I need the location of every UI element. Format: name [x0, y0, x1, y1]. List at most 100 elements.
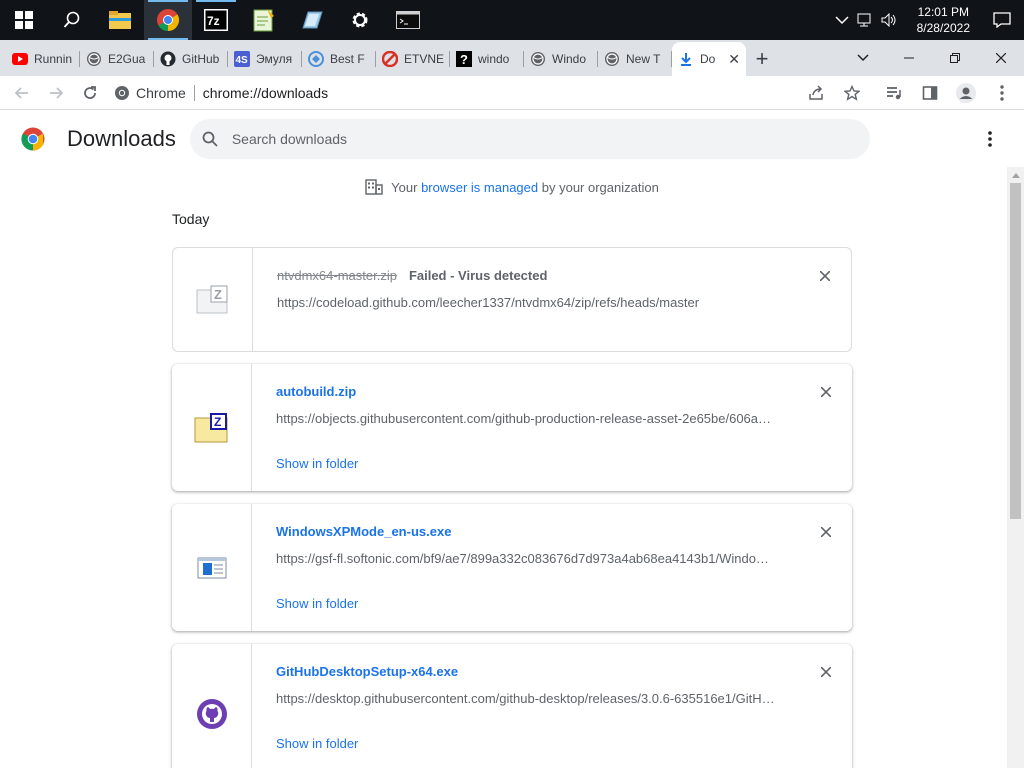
minimize-button[interactable] [886, 40, 932, 76]
volume-icon[interactable] [881, 13, 897, 27]
bestfree-icon [308, 51, 324, 67]
clock-date: 8/28/2022 [916, 21, 970, 35]
triangle-up-icon [1011, 172, 1020, 178]
tab-close-button[interactable]: ✕ [728, 51, 740, 68]
forward-button[interactable] [40, 77, 72, 109]
page-scrollbar[interactable] [1007, 167, 1024, 768]
tab-etvnet[interactable]: ETVNE [376, 42, 450, 76]
download-details: autobuild.zip https://objects.githubuser… [252, 364, 852, 491]
chrome-menu-button[interactable] [986, 77, 1018, 109]
taskbar-file-explorer[interactable] [96, 0, 144, 40]
taskbar-settings[interactable] [336, 0, 384, 40]
tab-strip: Runnin E2Gua GitHub 4S Эмуля Best F ETVN… [0, 40, 1024, 76]
show-in-folder-link[interactable]: Show in folder [276, 596, 358, 611]
omnibox-site-label: Chrome [136, 84, 186, 101]
download-details: GitHubDesktopSetup-x64.exe https://deskt… [252, 644, 852, 768]
show-in-folder-link[interactable]: Show in folder [276, 456, 358, 471]
tab-search-button[interactable] [840, 40, 886, 76]
date-heading: Today [172, 211, 210, 227]
start-button[interactable] [0, 0, 48, 40]
system-tray: 12:01 PM 8/28/2022 [825, 0, 1024, 40]
tab-e2guardian[interactable]: E2Gua [80, 42, 154, 76]
side-panel-button[interactable] [914, 77, 946, 109]
taskbar-7zip[interactable]: 7z [192, 0, 240, 40]
source-url[interactable]: https://objects.githubusercontent.com/gi… [276, 411, 776, 426]
globe-icon [604, 51, 620, 67]
tab-windows[interactable]: Windo [524, 42, 598, 76]
taskbar-chrome[interactable] [144, 0, 192, 40]
close-icon [820, 271, 830, 281]
tab-windows-question[interactable]: ? windo [450, 42, 524, 76]
download-item-failed: Z ntvdmx64-master.zip Failed - Virus det… [172, 247, 852, 352]
scrollbar-thumb[interactable] [1010, 183, 1021, 519]
source-url[interactable]: https://gsf-fl.softonic.com/bf9/ae7/899a… [276, 551, 776, 566]
remove-item-button[interactable] [816, 522, 836, 542]
chrome-logo-icon [21, 127, 45, 151]
download-item: WindowsXPMode_en-us.exe https://gsf-fl.s… [172, 504, 852, 631]
tab-emulyator[interactable]: 4S Эмуля [228, 42, 302, 76]
exe-file-icon[interactable] [197, 557, 227, 579]
download-details: WindowsXPMode_en-us.exe https://gsf-fl.s… [252, 504, 852, 631]
source-url: https://codeload.github.com/leecher1337/… [277, 295, 700, 310]
remove-item-button[interactable] [816, 382, 836, 402]
tab-downloads[interactable]: Do ✕ [672, 42, 746, 76]
file-explorer-icon [109, 11, 131, 29]
scroll-up-button[interactable] [1007, 167, 1024, 183]
globe-icon [86, 51, 102, 67]
svg-text:4S: 4S [236, 55, 249, 66]
close-window-button[interactable] [978, 40, 1024, 76]
tab-new-tab[interactable]: New T [598, 42, 672, 76]
github-desktop-icon[interactable] [196, 698, 228, 730]
file-name-link[interactable]: GitHubDesktopSetup-x64.exe [276, 664, 458, 679]
bookmark-button[interactable] [836, 77, 868, 109]
reload-button[interactable] [74, 77, 106, 109]
file-name: ntvdmx64-master.zip [277, 268, 397, 283]
more-vert-icon [1000, 84, 1004, 101]
chrome-page-icon [115, 85, 129, 100]
managed-link[interactable]: browser is managed [421, 180, 538, 195]
etvnet-icon [382, 51, 398, 67]
search-box[interactable] [189, 119, 870, 159]
remove-item-button[interactable] [815, 266, 835, 286]
taskbar-winaero[interactable] [288, 0, 336, 40]
network-icon[interactable] [857, 13, 873, 27]
tab-title: GitHub [182, 52, 220, 66]
show-in-folder-link[interactable]: Show in folder [276, 736, 358, 751]
page-title: Downloads [67, 126, 176, 151]
omnibox-url[interactable]: chrome://downloads [203, 85, 328, 101]
tab-youtube[interactable]: Runnin [6, 42, 80, 76]
downloads-menu-button[interactable] [978, 127, 1002, 151]
source-url[interactable]: https://desktop.githubusercontent.com/gi… [276, 691, 776, 706]
tab-github[interactable]: GitHub [154, 42, 228, 76]
svg-text:?: ? [460, 52, 468, 67]
profile-button[interactable] [950, 77, 982, 109]
settings-icon [352, 12, 368, 28]
remove-item-button[interactable] [816, 662, 836, 682]
media-controls-button[interactable] [878, 77, 910, 109]
share-button[interactable] [800, 77, 832, 109]
download-file-icon-column [172, 644, 252, 768]
notifications-button[interactable] [980, 0, 1024, 40]
svg-text:7z: 7z [207, 14, 220, 28]
taskbar-terminal[interactable] [384, 0, 432, 40]
youtube-icon [12, 51, 28, 67]
taskbar-clock[interactable]: 12:01 PM 8/28/2022 [907, 4, 980, 36]
restore-button[interactable] [932, 40, 978, 76]
taskbar-notepad-plus[interactable] [240, 0, 288, 40]
tab-best-free[interactable]: Best F [302, 42, 376, 76]
omnibox-separator [193, 84, 195, 101]
zip-file-icon[interactable]: Z [196, 285, 230, 315]
tab-title: Windo [552, 52, 587, 66]
file-name-link[interactable]: autobuild.zip [276, 384, 356, 399]
new-tab-button[interactable]: + [746, 42, 778, 76]
zip-file-icon[interactable]: Z [194, 412, 230, 444]
taskbar-search-button[interactable] [48, 0, 96, 40]
download-details: ntvdmx64-master.zip Failed - Virus detec… [253, 248, 851, 351]
star-icon [844, 84, 860, 101]
search-input[interactable] [231, 131, 832, 147]
address-bar[interactable]: Chrome chrome://downloads [114, 78, 328, 108]
chevron-up-icon[interactable] [835, 15, 849, 25]
file-name-link[interactable]: WindowsXPMode_en-us.exe [276, 524, 451, 539]
close-icon [821, 667, 831, 677]
back-button[interactable] [6, 77, 38, 109]
